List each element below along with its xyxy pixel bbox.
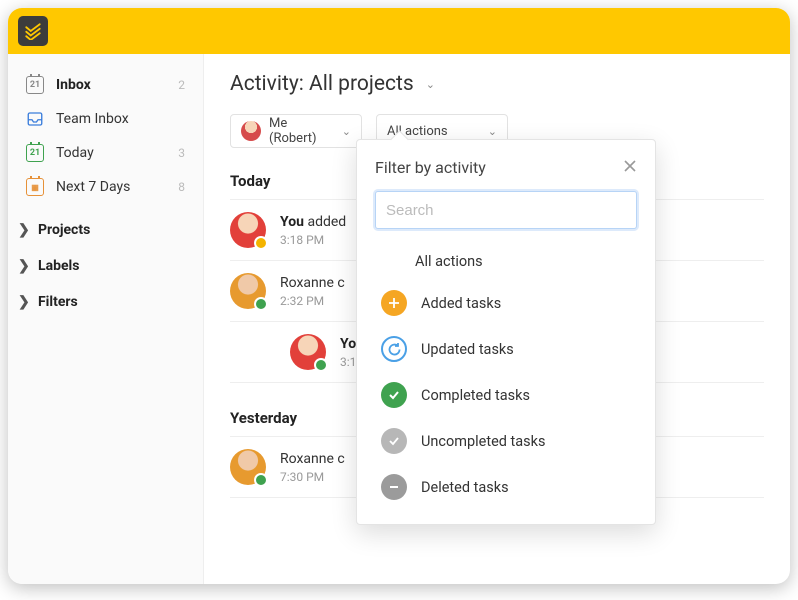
calendar-icon: 21: [26, 76, 44, 94]
top-bar: [8, 8, 790, 54]
filter-option-added[interactable]: Added tasks: [375, 280, 637, 326]
sidebar-group-label: Projects: [38, 222, 90, 238]
chevron-right-icon: ❯: [18, 222, 28, 238]
app-window: 21 Inbox 2 Team Inbox 21 Today 3 ▦ Next …: [8, 8, 790, 584]
filter-option-label: Uncompleted tasks: [421, 433, 546, 450]
filter-popover: Filter by activity All actions Added tas: [356, 139, 656, 525]
search-input[interactable]: [375, 191, 637, 229]
avatar-icon: [241, 121, 261, 141]
filter-option-deleted[interactable]: Deleted tasks: [375, 464, 637, 510]
filter-option-label: Updated tasks: [421, 341, 514, 358]
sidebar-group-label: Filters: [38, 294, 78, 310]
sidebar-group-label: Labels: [38, 258, 79, 274]
calendar-week-icon: ▦: [26, 178, 44, 196]
sidebar-item-label: Team Inbox: [56, 111, 185, 127]
chevron-down-icon[interactable]: ⌄: [426, 78, 435, 91]
filter-option-label: Added tasks: [421, 295, 501, 312]
avatar: [230, 449, 266, 485]
filter-option-completed[interactable]: Completed tasks: [375, 372, 637, 418]
chevron-down-icon: ⌄: [342, 125, 351, 138]
chevron-down-icon: ⌄: [488, 125, 497, 138]
filter-option-updated[interactable]: Updated tasks: [375, 326, 637, 372]
close-icon[interactable]: [623, 159, 637, 177]
sidebar: 21 Inbox 2 Team Inbox 21 Today 3 ▦ Next …: [8, 54, 204, 584]
activity-text: Roxanne c: [280, 451, 345, 467]
avatar: [290, 334, 326, 370]
status-badge-pending-icon: [254, 236, 268, 250]
avatar: [230, 212, 266, 248]
sidebar-item-next7[interactable]: ▦ Next 7 Days 8: [8, 170, 203, 204]
minus-circle-icon: [381, 474, 407, 500]
user-filter-button[interactable]: Me (Robert) ⌄: [230, 114, 362, 148]
sidebar-item-label: Today: [56, 145, 162, 161]
main-content: Activity: All projects ⌄ Me (Robert) ⌄ A…: [204, 54, 790, 584]
inbox-icon: [26, 110, 44, 128]
sidebar-group-labels[interactable]: ❯ Labels: [8, 248, 203, 284]
status-badge-done-icon: [314, 358, 328, 372]
status-badge-done-icon: [254, 297, 268, 311]
sidebar-item-count: 8: [178, 180, 185, 194]
filter-option-uncompleted[interactable]: Uncompleted tasks: [375, 418, 637, 464]
activity-time: 2:32 PM: [280, 294, 345, 308]
check-circle-gray-icon: [381, 428, 407, 454]
popover-title: Filter by activity: [375, 158, 486, 177]
check-circle-icon: [381, 382, 407, 408]
activity-text: Roxanne c: [280, 275, 345, 291]
activity-time: 3:18 PM: [280, 233, 346, 247]
chevron-right-icon: ❯: [18, 258, 28, 274]
filter-option-all[interactable]: All actions: [375, 243, 637, 280]
page-title: Activity: All projects: [230, 72, 414, 96]
activity-time: 7:30 PM: [280, 470, 345, 484]
plus-circle-icon: [381, 290, 407, 316]
chevron-right-icon: ❯: [18, 294, 28, 310]
sidebar-item-label: Inbox: [56, 77, 162, 93]
activity-text: You added: [280, 214, 346, 230]
sidebar-item-inbox[interactable]: 21 Inbox 2: [8, 68, 203, 102]
sidebar-group-projects[interactable]: ❯ Projects: [8, 212, 203, 248]
sidebar-item-count: 2: [178, 78, 185, 92]
sidebar-item-team-inbox[interactable]: Team Inbox: [8, 102, 203, 136]
sidebar-item-count: 3: [178, 146, 185, 160]
calendar-today-icon: 21: [26, 144, 44, 162]
app-logo-icon[interactable]: [18, 16, 48, 46]
filter-option-label: All actions: [415, 253, 483, 270]
sidebar-item-label: Next 7 Days: [56, 179, 162, 195]
avatar: [230, 273, 266, 309]
user-filter-label: Me (Robert): [269, 116, 326, 146]
filter-options: All actions Added tasks Updated tasks: [375, 243, 637, 510]
filter-option-label: Completed tasks: [421, 387, 530, 404]
filter-option-label: Deleted tasks: [421, 479, 509, 496]
refresh-circle-icon: [381, 336, 407, 362]
app-body: 21 Inbox 2 Team Inbox 21 Today 3 ▦ Next …: [8, 54, 790, 584]
page-title-row: Activity: All projects ⌄: [230, 72, 764, 96]
status-badge-done-icon: [254, 473, 268, 487]
sidebar-item-today[interactable]: 21 Today 3: [8, 136, 203, 170]
sidebar-group-filters[interactable]: ❯ Filters: [8, 284, 203, 320]
